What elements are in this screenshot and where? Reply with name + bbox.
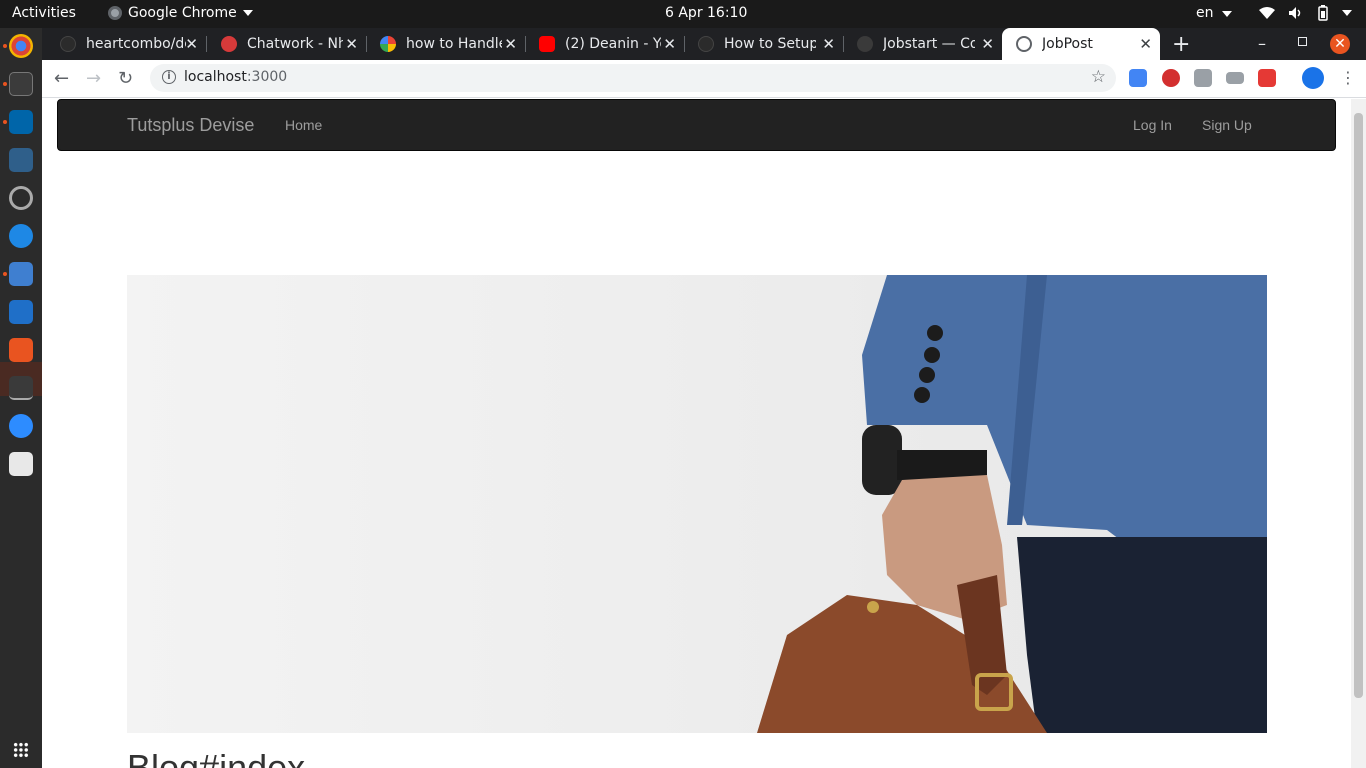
url-text: localhost:3000	[184, 69, 287, 85]
nav-signup[interactable]: Sign Up	[1202, 117, 1252, 133]
software-center-icon[interactable]	[9, 338, 33, 362]
running-indicator	[3, 44, 7, 48]
chrome-icon[interactable]	[9, 34, 33, 58]
close-window-button[interactable]: ✕	[1330, 34, 1350, 54]
close-icon[interactable]: ✕	[822, 35, 835, 53]
close-icon[interactable]: ✕	[185, 35, 198, 53]
app-menu[interactable]: Google Chrome	[108, 5, 253, 21]
language-label: en	[1196, 5, 1214, 21]
notes-icon[interactable]	[9, 452, 33, 476]
back-button[interactable]: ←	[54, 68, 69, 89]
video-extension-icon[interactable]	[1258, 69, 1276, 87]
language-indicator[interactable]: en	[1196, 5, 1232, 21]
scrollbar-thumb[interactable]	[1354, 113, 1363, 698]
tab-title: how to Handle	[406, 36, 502, 52]
hero-image	[127, 275, 1267, 733]
info-icon[interactable]: i	[162, 70, 176, 84]
chevron-down-icon	[1221, 11, 1232, 17]
tab-active[interactable]: JobPost ✕	[1002, 28, 1160, 60]
browser-window: heartcombo/devise ✕ Chatwork - Nhóm ✕ ho…	[42, 28, 1366, 768]
tab[interactable]: Chatwork - Nhóm ✕	[207, 28, 367, 60]
new-tab-button[interactable]: +	[1172, 32, 1190, 57]
google-icon	[380, 36, 396, 52]
running-indicator	[3, 120, 7, 124]
zoom-icon[interactable]	[9, 414, 33, 438]
page-scrollbar[interactable]	[1351, 99, 1366, 768]
close-icon[interactable]: ✕	[981, 35, 994, 53]
close-icon[interactable]: ✕	[345, 35, 358, 53]
system-tray[interactable]	[1258, 5, 1352, 21]
running-indicator	[3, 82, 7, 86]
text-editor-icon[interactable]	[9, 262, 33, 286]
close-icon[interactable]: ✕	[504, 35, 517, 53]
volume-icon	[1289, 7, 1301, 19]
reload-button[interactable]: ↻	[118, 68, 133, 89]
chevron-down-icon	[242, 10, 253, 16]
settings-icon[interactable]	[9, 186, 33, 210]
vscode-icon[interactable]	[9, 110, 33, 134]
mysql-workbench-icon[interactable]	[9, 148, 33, 172]
tab[interactable]: how to Handle ✕	[366, 28, 526, 60]
avatar[interactable]	[1302, 67, 1324, 89]
browser-toolbar: ← → ↻ i localhost:3000 ☆ ⋮	[42, 60, 1366, 98]
businessman-briefcase-image	[757, 275, 1267, 733]
tab-title: (2) Deanin - YouTube	[565, 36, 661, 52]
maximize-button[interactable]	[1298, 37, 1307, 46]
tab[interactable]: How to Setup ✕	[684, 28, 844, 60]
battery-icon	[1318, 5, 1328, 21]
chatwork-icon	[221, 36, 237, 52]
tab-title: How to Setup	[724, 36, 816, 52]
thunderbird-icon[interactable]	[9, 224, 33, 248]
translate-extension-icon[interactable]	[1129, 69, 1147, 87]
forward-button[interactable]: →	[86, 68, 101, 89]
menu-icon[interactable]: ⋮	[1340, 68, 1356, 87]
running-indicator	[3, 272, 7, 276]
system-top-bar: Activities Google Chrome 6 Apr 16:10 en	[0, 0, 1366, 28]
url-port: :3000	[246, 69, 288, 85]
chrome-icon	[108, 6, 122, 20]
extension-icon[interactable]	[1226, 72, 1244, 84]
github-icon	[698, 36, 714, 52]
activities-button[interactable]: Activities	[12, 5, 76, 21]
close-icon[interactable]: ✕	[1139, 35, 1152, 53]
chevron-down-icon	[1342, 10, 1352, 16]
site-brand[interactable]: Tutsplus Devise	[127, 115, 254, 136]
clock[interactable]: 6 Apr 16:10	[665, 5, 747, 21]
globe-icon	[1016, 36, 1032, 52]
nav-login[interactable]: Log In	[1133, 117, 1172, 133]
youtube-icon	[539, 36, 555, 52]
app-menu-label: Google Chrome	[128, 5, 237, 21]
tab-title: Chatwork - Nhóm	[247, 36, 343, 52]
globe-icon	[857, 36, 873, 52]
nav-home[interactable]: Home	[285, 117, 322, 133]
close-icon[interactable]: ✕	[663, 35, 676, 53]
address-bar[interactable]: i localhost:3000 ☆	[150, 64, 1116, 92]
url-host: localhost	[184, 69, 247, 85]
page-viewport: Tutsplus Devise Home Log In Sign Up Blog…	[42, 99, 1366, 768]
wifi-icon	[1259, 7, 1275, 19]
adblock-plus-icon[interactable]	[1162, 69, 1180, 87]
show-applications-icon[interactable]	[13, 742, 29, 758]
camera-extension-icon[interactable]	[1194, 69, 1212, 87]
tab-title: Jobstart — Co	[883, 36, 975, 52]
github-icon	[60, 36, 76, 52]
minimize-button[interactable]: –	[1258, 34, 1266, 53]
tab[interactable]: Jobstart — Co ✕	[843, 28, 1002, 60]
bookmark-star-icon[interactable]: ☆	[1091, 67, 1106, 87]
terminal-icon[interactable]	[9, 72, 33, 96]
dock	[0, 28, 42, 768]
tab[interactable]: heartcombo/devise ✕	[46, 28, 207, 60]
site-navbar: Tutsplus Devise Home Log In Sign Up	[57, 99, 1336, 151]
system-monitor-icon[interactable]	[9, 376, 33, 400]
tab[interactable]: (2) Deanin - YouTube ✕	[525, 28, 685, 60]
writer-icon[interactable]	[9, 300, 33, 324]
tab-strip: heartcombo/devise ✕ Chatwork - Nhóm ✕ ho…	[42, 28, 1366, 60]
tab-title: heartcombo/devise	[86, 36, 186, 52]
tab-title: JobPost	[1042, 36, 1093, 52]
page-title: Blog#index	[127, 747, 306, 768]
